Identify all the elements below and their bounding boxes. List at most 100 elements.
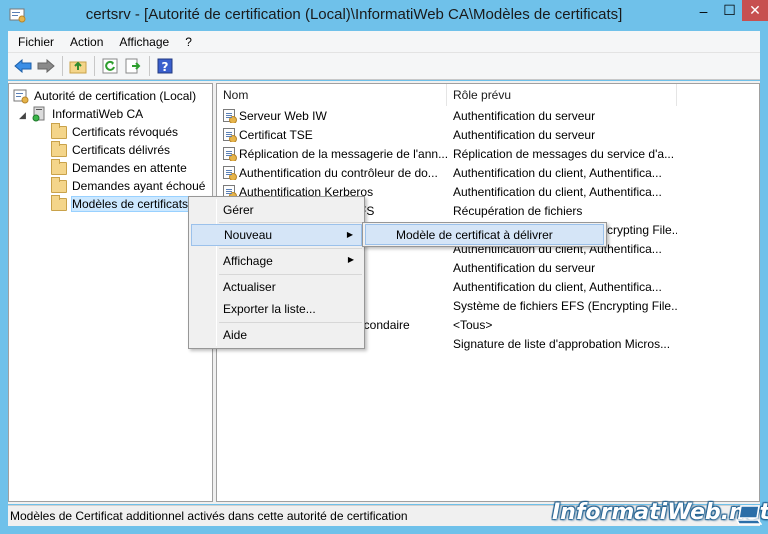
export-list-button[interactable]: [122, 55, 144, 77]
folder-icon: [51, 123, 67, 139]
mmc-window: certsrv - [Autorité de certification (Lo…: [0, 0, 768, 534]
tree-pane[interactable]: Autorité de certification (Local) ◢ Info…: [8, 83, 213, 502]
submenu-arrow-icon: ▶: [346, 230, 353, 239]
menu-item-nouveau[interactable]: Nouveau ▶: [191, 224, 362, 246]
cell-role: Authentification du client, Authentifica…: [453, 279, 662, 294]
tree-item-failed[interactable]: Demandes ayant échoué: [51, 177, 205, 195]
tree-item-root[interactable]: Autorité de certification (Local): [13, 87, 196, 105]
cell-name: Serveur Web IW: [217, 109, 447, 123]
menu-item-label: Actualiser: [223, 280, 276, 294]
table-row[interactable]: Serveur Web IW Authentification du serveu…: [217, 106, 759, 125]
menu-item-label: Nouveau: [224, 228, 273, 242]
certificate-authority-icon: [13, 89, 29, 104]
maximize-button[interactable]: ☐: [716, 0, 743, 21]
menu-separator: [219, 274, 362, 275]
submenu-arrow-icon: ▶: [347, 255, 354, 264]
cell-role: Récupération de fichiers: [453, 203, 583, 218]
cell-name-text: Réplication de la messagerie de l'ann...: [239, 146, 447, 161]
cell-name-text: Certificat TSE: [239, 127, 313, 142]
cell-name-text: Authentification du contrôleur de do...: [239, 165, 438, 180]
refresh-button[interactable]: [99, 55, 121, 77]
tree-item-label: Certificats délivrés: [72, 143, 171, 157]
tree-item-label: Modèles de certificats: [70, 196, 190, 212]
menu-separator: [219, 222, 362, 223]
toolbar-separator: [62, 56, 63, 76]
toolbar: ?: [8, 53, 760, 80]
content-area: Autorité de certification (Local) ◢ Info…: [8, 81, 760, 504]
ca-server-icon: [32, 106, 45, 122]
folder-icon: [51, 195, 67, 211]
tree-item-label: Demandes en attente: [72, 161, 187, 175]
menu-item-aide[interactable]: Aide: [191, 324, 362, 346]
help-button[interactable]: ?: [154, 55, 176, 77]
certificate-template-icon: [223, 109, 237, 123]
cell-name: Authentification du contrôleur de do...: [217, 166, 447, 180]
menu-item-label: Gérer: [223, 203, 254, 217]
cell-role: Authentification du client, Authentifica…: [453, 165, 662, 180]
tree-item-revoked[interactable]: Certificats révoqués: [51, 123, 178, 141]
up-folder-button[interactable]: [67, 55, 89, 77]
certificate-template-icon: [223, 128, 237, 142]
toolbar-separator: [149, 56, 150, 76]
cell-name: Certificat TSE: [217, 128, 447, 142]
title-bar[interactable]: certsrv - [Autorité de certification (Lo…: [0, 0, 768, 31]
table-row[interactable]: Réplication de la messagerie de l'ann...…: [217, 144, 759, 163]
cell-role: <Tous>: [453, 317, 493, 332]
tree-item-templates[interactable]: Modèles de certificats: [51, 195, 190, 213]
table-row[interactable]: Authentification du contrôleur de do... A…: [217, 163, 759, 182]
back-button[interactable]: [12, 55, 34, 77]
cell-role: Authentification du serveur: [453, 260, 596, 275]
cell-role: Authentification du serveur: [453, 127, 596, 142]
submenu-nouveau: Modèle de certificat à délivrer: [362, 222, 607, 247]
menu-item-label: Aide: [223, 328, 248, 342]
folder-icon: [51, 177, 67, 193]
column-header-name[interactable]: Nom: [217, 84, 447, 106]
refresh-icon: [102, 58, 118, 74]
tree-item-ca[interactable]: InformatiWeb CA: [31, 105, 143, 123]
cell-role: Signature de liste d'approbation Micros.…: [453, 336, 671, 351]
column-headers: Nom Rôle prévu: [217, 84, 759, 106]
menu-item-affichage[interactable]: Affichage ▶: [191, 250, 362, 272]
menu-bar: Fichier Action Affichage ?: [8, 31, 760, 53]
cell-role: Système de fichiers EFS (Encrypting File…: [453, 298, 677, 313]
svg-text:?: ?: [162, 60, 169, 74]
menu-action[interactable]: Action: [62, 35, 111, 49]
menu-item-label: Affichage: [223, 254, 273, 268]
folder-icon: [51, 141, 67, 157]
tree-item-label: Certificats révoqués: [72, 125, 179, 139]
table-row[interactable]: Certificat TSE Authentification du serveu…: [217, 125, 759, 144]
back-arrow-icon: [14, 59, 32, 73]
context-menu: Gérer Nouveau ▶ Affichage ▶ Actualiser Exp…: [188, 196, 365, 349]
cell-name: Réplication de la messagerie de l'ann...: [217, 147, 447, 161]
certificate-template-icon: [223, 147, 237, 161]
menu-item-gerer[interactable]: Gérer: [191, 199, 362, 221]
forward-arrow-icon: [37, 59, 55, 73]
forward-button[interactable]: [35, 55, 57, 77]
export-list-icon: [125, 58, 141, 74]
menu-item-new-template[interactable]: Modèle de certificat à délivrer: [365, 224, 604, 245]
cell-role: Authentification du serveur: [453, 108, 596, 123]
menu-item-exporter[interactable]: Exporter la liste...: [191, 298, 362, 320]
tree-item-label: Demandes ayant échoué: [72, 179, 206, 193]
window-title: certsrv - [Autorité de certification (Lo…: [85, 6, 623, 23]
tree-item-pending[interactable]: Demandes en attente: [51, 159, 187, 177]
minimize-button[interactable]: –: [690, 0, 717, 21]
menu-separator: [219, 322, 362, 323]
column-header-role[interactable]: Rôle prévu: [447, 84, 677, 106]
close-button[interactable]: ✕: [742, 0, 768, 21]
up-folder-icon: [69, 61, 87, 74]
help-icon: ?: [157, 58, 173, 74]
laptop-logo-icon: [736, 505, 762, 525]
menu-item-actualiser[interactable]: Actualiser: [191, 276, 362, 298]
cell-name-text: Serveur Web IW: [239, 108, 327, 123]
menu-fichier[interactable]: Fichier: [10, 35, 62, 49]
menu-affichage[interactable]: Affichage: [111, 35, 177, 49]
menu-help[interactable]: ?: [177, 35, 200, 49]
menu-item-label: Exporter la liste...: [223, 302, 316, 316]
folder-icon: [51, 159, 67, 175]
menu-item-label: Modèle de certificat à délivrer: [396, 227, 553, 242]
cell-role: Réplication de messages du service d'a..…: [453, 146, 675, 161]
cell-role: Authentification du client, Authentifica…: [453, 184, 662, 199]
collapse-arrow-icon[interactable]: ◢: [19, 110, 26, 121]
tree-item-issued[interactable]: Certificats délivrés: [51, 141, 170, 159]
